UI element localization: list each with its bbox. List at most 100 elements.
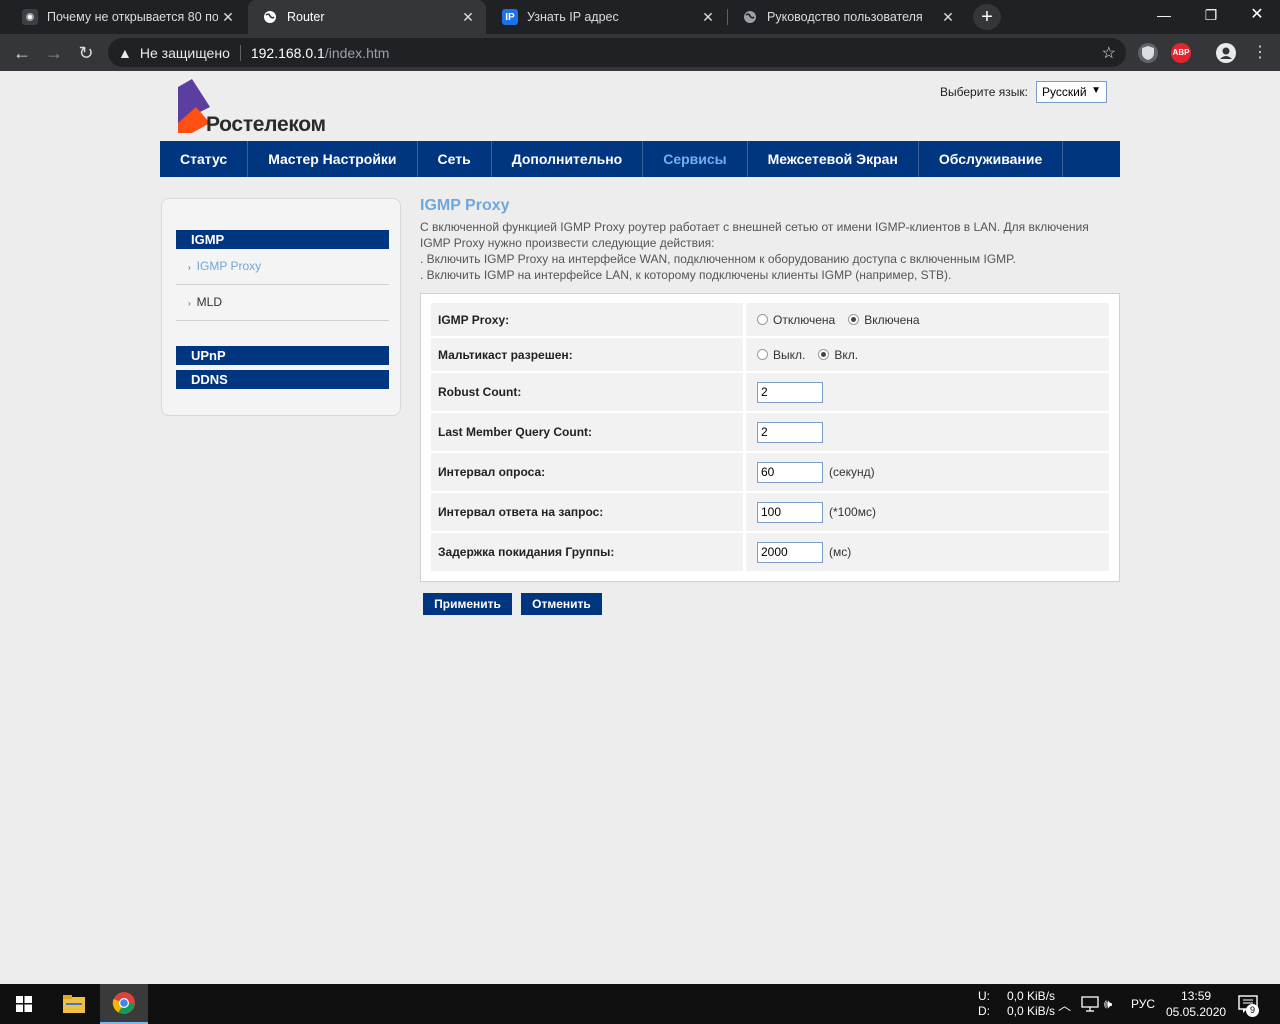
- nav-item-advanced[interactable]: Дополнительно: [492, 141, 644, 177]
- radio-off[interactable]: [757, 349, 768, 360]
- tab-0[interactable]: Почему не открывается 80 пор ✕: [8, 0, 246, 34]
- url-separator: [239, 44, 241, 61]
- windows-taskbar: U: D: 0,0 KiB/s 0,0 KiB/s ︿ 🕪 РУС 13:59 …: [0, 984, 1280, 1024]
- page-description: С включенной функцией IGMP Proxy роутер …: [420, 219, 1110, 283]
- net-down-label: D:: [978, 1004, 990, 1018]
- reload-icon[interactable]: ↻: [72, 39, 100, 67]
- field-label: Мальтикаст разрешен:: [431, 338, 743, 371]
- nav-item-services[interactable]: Сервисы: [643, 141, 748, 177]
- last-member-query-input[interactable]: [757, 421, 823, 443]
- site-favicon-icon: [22, 9, 38, 25]
- tab-title: Руководство пользователя: [767, 10, 923, 24]
- nav-item-status[interactable]: Статус: [160, 141, 249, 177]
- igmp-proxy-on-option[interactable]: Включена: [848, 312, 920, 327]
- url-path: /index.htm: [324, 44, 390, 61]
- network-icon[interactable]: [1081, 984, 1099, 1024]
- tab-3[interactable]: Руководство пользователя ✕: [728, 0, 966, 34]
- clock[interactable]: 13:59 05.05.2020: [1166, 984, 1226, 1024]
- tab-2[interactable]: IP Узнать IP адрес ✕: [488, 0, 726, 34]
- nav-item-setup-wizard[interactable]: Мастер Настройки: [248, 141, 418, 177]
- tray-chevron-up-icon[interactable]: ︿: [1058, 984, 1071, 1024]
- bookmark-star-icon[interactable]: ☆: [1102, 43, 1116, 63]
- language-select[interactable]: Русский ▼: [1036, 81, 1107, 103]
- security-label[interactable]: Не защищено: [140, 45, 230, 61]
- notification-center-icon[interactable]: 9: [1238, 984, 1259, 1024]
- browser-tab-strip: Почему не открывается 80 пор ✕ Router ✕ …: [0, 0, 1280, 34]
- nav-item-network[interactable]: Сеть: [418, 141, 492, 177]
- file-explorer-icon[interactable]: [50, 984, 98, 1024]
- radio-on-selected[interactable]: [818, 349, 830, 360]
- sidebar-section-igmp[interactable]: IGMP: [176, 230, 389, 249]
- menu-kebab-icon[interactable]: ⋮: [1246, 39, 1274, 67]
- browser-toolbar: ← → ↻ ▲ Не защищено 192.168.0.1/index.ht…: [0, 34, 1280, 71]
- net-up-value: 0,0 KiB/s: [1007, 989, 1056, 1003]
- ip-favicon-icon: IP: [502, 9, 518, 25]
- igmp-proxy-off-option[interactable]: Отключена: [757, 313, 835, 327]
- sidebar-section-ddns[interactable]: DDNS: [176, 370, 389, 389]
- clock-date: 05.05.2020: [1166, 1005, 1227, 1019]
- description-line: . Включить IGMP Proxy на интерфейсе WAN,…: [420, 252, 1016, 266]
- rostelecom-logo: Ростелеком: [176, 79, 336, 136]
- tab-title: Почему не открывается 80 пор: [47, 10, 218, 24]
- tab-1[interactable]: Router ✕: [248, 0, 486, 34]
- multicast-on-option[interactable]: Вкл.: [818, 348, 858, 362]
- radio-off[interactable]: [757, 314, 768, 325]
- unit-label: (мс): [829, 545, 852, 559]
- chrome-taskbar-icon[interactable]: [100, 984, 148, 1024]
- field-label: Задержка покидания Группы:: [431, 533, 743, 571]
- restore-icon[interactable]: ❐: [1188, 0, 1234, 30]
- nav-item-firewall[interactable]: Межсетевой Экран: [748, 141, 919, 177]
- window-close-icon[interactable]: ✕: [1234, 0, 1280, 30]
- sidebar-link-mld[interactable]: › MLD: [188, 295, 222, 309]
- shield-extension-icon[interactable]: [1138, 43, 1158, 63]
- field-label: Интервал ответа на запрос:: [431, 493, 743, 531]
- radio-on-selected[interactable]: [848, 314, 860, 325]
- dropdown-arrow-icon: ▼: [1091, 85, 1101, 96]
- router-page: Ростелеком Выберите язык: Русский ▼ Стат…: [0, 71, 1280, 984]
- sidebar-section-upnp[interactable]: UPnP: [176, 346, 389, 365]
- igmp-proxy-row: IGMP Proxy: Отключена Включена: [431, 303, 1109, 336]
- query-interval-input[interactable]: [757, 461, 823, 483]
- cancel-button[interactable]: Отменить: [521, 593, 602, 615]
- last-member-query-row: Last Member Query Count:: [431, 413, 1109, 451]
- profile-avatar-icon[interactable]: [1216, 43, 1236, 63]
- minimize-icon[interactable]: —: [1141, 0, 1187, 30]
- sidebar: IGMP › IGMP Proxy › MLD UPnP DDNS: [161, 198, 401, 416]
- sidebar-link-label: IGMP Proxy: [196, 259, 262, 273]
- adblock-extension-icon[interactable]: ABP: [1171, 43, 1191, 63]
- group-leave-delay-row: Задержка покидания Группы: (мс): [431, 533, 1109, 571]
- new-tab-button[interactable]: +: [973, 4, 1001, 30]
- unit-label: (секунд): [829, 465, 875, 479]
- bullet-arrow-icon: ›: [188, 299, 191, 308]
- sidebar-link-igmp-proxy[interactable]: › IGMP Proxy: [188, 259, 261, 273]
- tab-close-icon[interactable]: ✕: [938, 9, 958, 26]
- apply-button[interactable]: Применить: [423, 593, 512, 615]
- tab-close-icon[interactable]: ✕: [458, 9, 478, 26]
- clock-time: 13:59: [1181, 989, 1212, 1003]
- tab-title: Узнать IP адрес: [527, 10, 619, 24]
- tab-close-icon[interactable]: ✕: [698, 9, 718, 26]
- url-host: 192.168.0.1: [250, 44, 325, 61]
- forward-arrow-icon[interactable]: →: [40, 39, 68, 67]
- robust-count-input[interactable]: [757, 381, 823, 403]
- tab-close-icon[interactable]: ✕: [218, 9, 238, 26]
- brand-name: Ростелеком: [206, 113, 326, 136]
- back-arrow-icon[interactable]: ←: [8, 39, 36, 67]
- radio-label: Включена: [864, 312, 920, 327]
- query-response-input[interactable]: [757, 501, 823, 523]
- radio-label: Вкл.: [834, 347, 859, 362]
- net-speed-labels: U: D:: [978, 984, 990, 1024]
- windows-start-icon[interactable]: [0, 984, 48, 1024]
- address-bar[interactable]: ▲ Не защищено 192.168.0.1/index.htm ☆: [108, 38, 1126, 67]
- main-nav: Статус Мастер Настройки Сеть Дополнитель…: [160, 141, 1120, 177]
- warning-triangle-icon[interactable]: ▲: [118, 45, 132, 61]
- multicast-off-option[interactable]: Выкл.: [757, 348, 805, 362]
- sidebar-divider: [176, 320, 389, 321]
- volume-icon[interactable]: 🕪: [1104, 984, 1112, 1024]
- globe-icon: [742, 9, 758, 25]
- group-leave-delay-input[interactable]: [757, 541, 823, 563]
- nav-item-maintenance[interactable]: Обслуживание: [919, 141, 1064, 177]
- robust-count-row: Robust Count:: [431, 373, 1109, 411]
- radio-label: Выкл.: [773, 347, 806, 362]
- input-language[interactable]: РУС: [1131, 984, 1155, 1024]
